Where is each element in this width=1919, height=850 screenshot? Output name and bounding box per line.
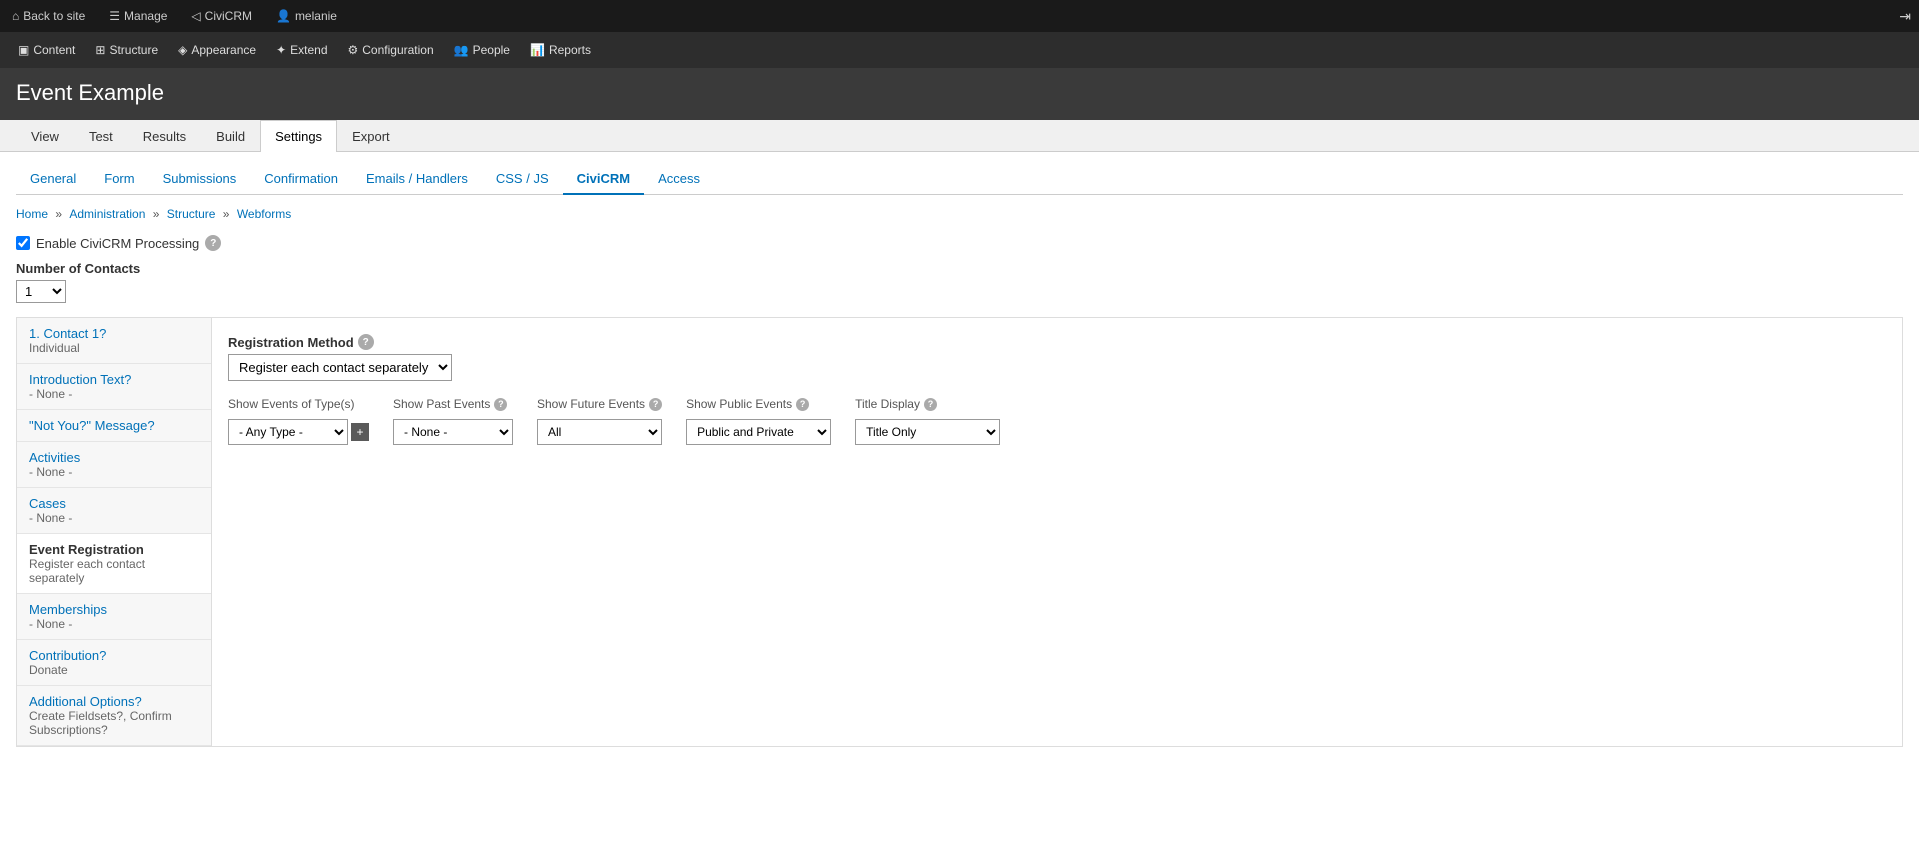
people-icon: 👥: [454, 43, 469, 57]
civicrm-icon: ◁: [191, 9, 200, 23]
title-display-field: Title Display ? Title Only Title and Des…: [855, 397, 1000, 445]
title-display-select[interactable]: Title Only Title and Description Descrip…: [855, 419, 1000, 445]
sidebar-item-cases[interactable]: Cases - None -: [17, 488, 211, 534]
show-future-events-select[interactable]: - None - 1 2 5 All: [537, 419, 662, 445]
sidebar-item-activities[interactable]: Activities - None -: [17, 442, 211, 488]
sidebar-item-additional-options[interactable]: Additional Options? Create Fieldsets?, C…: [17, 686, 211, 746]
show-events-type-inner: - Any Type - Conference Meeting +: [228, 419, 369, 445]
menu-reports[interactable]: 📊 Reports: [522, 32, 599, 68]
subtab-access[interactable]: Access: [644, 164, 714, 195]
appearance-icon: ◈: [178, 43, 187, 57]
extend-icon: ✦: [276, 43, 286, 57]
subtab-general[interactable]: General: [16, 164, 90, 195]
subtab-emails-handlers[interactable]: Emails / Handlers: [352, 164, 482, 195]
menu-icon: ☰: [109, 9, 120, 23]
show-public-events-field: Show Public Events ? Public and Private …: [686, 397, 831, 445]
menu-people[interactable]: 👥 People: [446, 32, 518, 68]
subtab-civicrm[interactable]: CiviCRM: [563, 164, 644, 195]
view-tabs: View Test Results Build Settings Export: [0, 120, 1919, 152]
menu-content[interactable]: ▣ Content: [10, 32, 83, 68]
enable-civicrm-row: Enable CiviCRM Processing ?: [16, 235, 1903, 251]
right-panel: Registration Method ? Register each cont…: [212, 318, 1902, 746]
show-events-of-types-label: Show Events of Type(s): [228, 397, 369, 411]
events-row: Show Events of Type(s) - Any Type - Conf…: [228, 397, 1886, 445]
sidebar-item-introduction[interactable]: Introduction Text? - None -: [17, 364, 211, 410]
show-past-events-select[interactable]: - None - 1 2 5 All: [393, 419, 513, 445]
sidebar-item-contribution[interactable]: Contribution? Donate: [17, 640, 211, 686]
user-icon: 👤: [276, 9, 291, 23]
registration-method-select[interactable]: Register each contact separately Registe…: [228, 354, 452, 381]
structure-icon: ⊞: [95, 43, 105, 57]
sidebar-item-not-you[interactable]: "Not You?" Message?: [17, 410, 211, 442]
show-events-of-types-select[interactable]: - Any Type - Conference Meeting: [228, 419, 348, 445]
tab-test[interactable]: Test: [74, 120, 128, 152]
tab-results[interactable]: Results: [128, 120, 201, 152]
show-public-events-select[interactable]: Public and Private Public Only Private O…: [686, 419, 831, 445]
breadcrumb-structure[interactable]: Structure: [167, 207, 216, 221]
tab-export[interactable]: Export: [337, 120, 405, 152]
number-of-contacts-label: Number of Contacts: [16, 261, 1903, 276]
enable-civicrm-label: Enable CiviCRM Processing: [36, 236, 199, 251]
back-to-site[interactable]: ⌂ Back to site: [8, 0, 89, 32]
show-events-of-types-field: Show Events of Type(s) - Any Type - Conf…: [228, 397, 369, 445]
tab-build[interactable]: Build: [201, 120, 260, 152]
menu-configuration[interactable]: ⚙ Configuration: [340, 32, 442, 68]
page-title: Event Example: [16, 80, 1903, 106]
show-future-events-field: Show Future Events ? - None - 1 2 5 All: [537, 397, 662, 445]
main-layout: 1. Contact 1? Individual Introduction Te…: [16, 317, 1903, 747]
sidebar-item-event-registration[interactable]: Event Registration Register each contact…: [17, 534, 211, 594]
page-title-area: Event Example: [0, 68, 1919, 120]
home-icon: ⌂: [12, 9, 19, 23]
show-past-events-help-icon[interactable]: ?: [494, 398, 507, 411]
sidebar-item-memberships[interactable]: Memberships - None -: [17, 594, 211, 640]
subtab-form[interactable]: Form: [90, 164, 148, 195]
show-public-events-help-icon[interactable]: ?: [796, 398, 809, 411]
sidebar: 1. Contact 1? Individual Introduction Te…: [17, 318, 212, 746]
breadcrumb: Home » Administration » Structure » Webf…: [16, 207, 1903, 221]
manage-menu[interactable]: ☰ Manage: [105, 0, 171, 32]
show-future-events-help-icon[interactable]: ?: [649, 398, 662, 411]
show-past-events-label: Show Past Events ?: [393, 397, 513, 411]
registration-method-help-icon[interactable]: ?: [358, 334, 374, 350]
menu-bar: ▣ Content ⊞ Structure ◈ Appearance ✦ Ext…: [0, 32, 1919, 68]
enable-civicrm-checkbox[interactable]: [16, 236, 30, 250]
user-menu[interactable]: 👤 melanie: [272, 0, 341, 32]
expand-icon[interactable]: ⇥: [1899, 8, 1911, 25]
enable-civicrm-help-icon[interactable]: ?: [205, 235, 221, 251]
registration-method-label: Registration Method ?: [228, 334, 1886, 350]
subtab-submissions[interactable]: Submissions: [149, 164, 251, 195]
show-future-events-label: Show Future Events ?: [537, 397, 662, 411]
show-public-events-label: Show Public Events ?: [686, 397, 831, 411]
content-icon: ▣: [18, 43, 29, 57]
title-display-label: Title Display ?: [855, 397, 1000, 411]
number-of-contacts-select[interactable]: 1 2 3: [16, 280, 66, 303]
sidebar-item-contact1[interactable]: 1. Contact 1? Individual: [17, 318, 211, 364]
show-past-events-field: Show Past Events ? - None - 1 2 5 All: [393, 397, 513, 445]
menu-appearance[interactable]: ◈ Appearance: [170, 32, 264, 68]
menu-structure[interactable]: ⊞ Structure: [87, 32, 166, 68]
admin-bar: ⌂ Back to site ☰ Manage ◁ CiviCRM 👤 mela…: [0, 0, 1919, 32]
number-of-contacts-field: Number of Contacts 1 2 3: [16, 261, 1903, 303]
add-event-type-button[interactable]: +: [351, 423, 369, 441]
civicrm-menu[interactable]: ◁ CiviCRM: [187, 0, 256, 32]
subtab-confirmation[interactable]: Confirmation: [250, 164, 352, 195]
breadcrumb-administration[interactable]: Administration: [69, 207, 145, 221]
tab-settings[interactable]: Settings: [260, 120, 337, 152]
config-icon: ⚙: [348, 43, 359, 57]
content-area: General Form Submissions Confirmation Em…: [0, 152, 1919, 759]
subtab-css-js[interactable]: CSS / JS: [482, 164, 563, 195]
breadcrumb-home[interactable]: Home: [16, 207, 48, 221]
menu-extend[interactable]: ✦ Extend: [268, 32, 335, 68]
sub-tabs: General Form Submissions Confirmation Em…: [16, 164, 1903, 195]
breadcrumb-webforms[interactable]: Webforms: [237, 207, 291, 221]
title-display-help-icon[interactable]: ?: [924, 398, 937, 411]
registration-method-field: Registration Method ? Register each cont…: [228, 334, 1886, 381]
tab-view[interactable]: View: [16, 120, 74, 152]
reports-icon: 📊: [530, 43, 545, 57]
admin-bar-right: ⇥: [1899, 8, 1911, 25]
